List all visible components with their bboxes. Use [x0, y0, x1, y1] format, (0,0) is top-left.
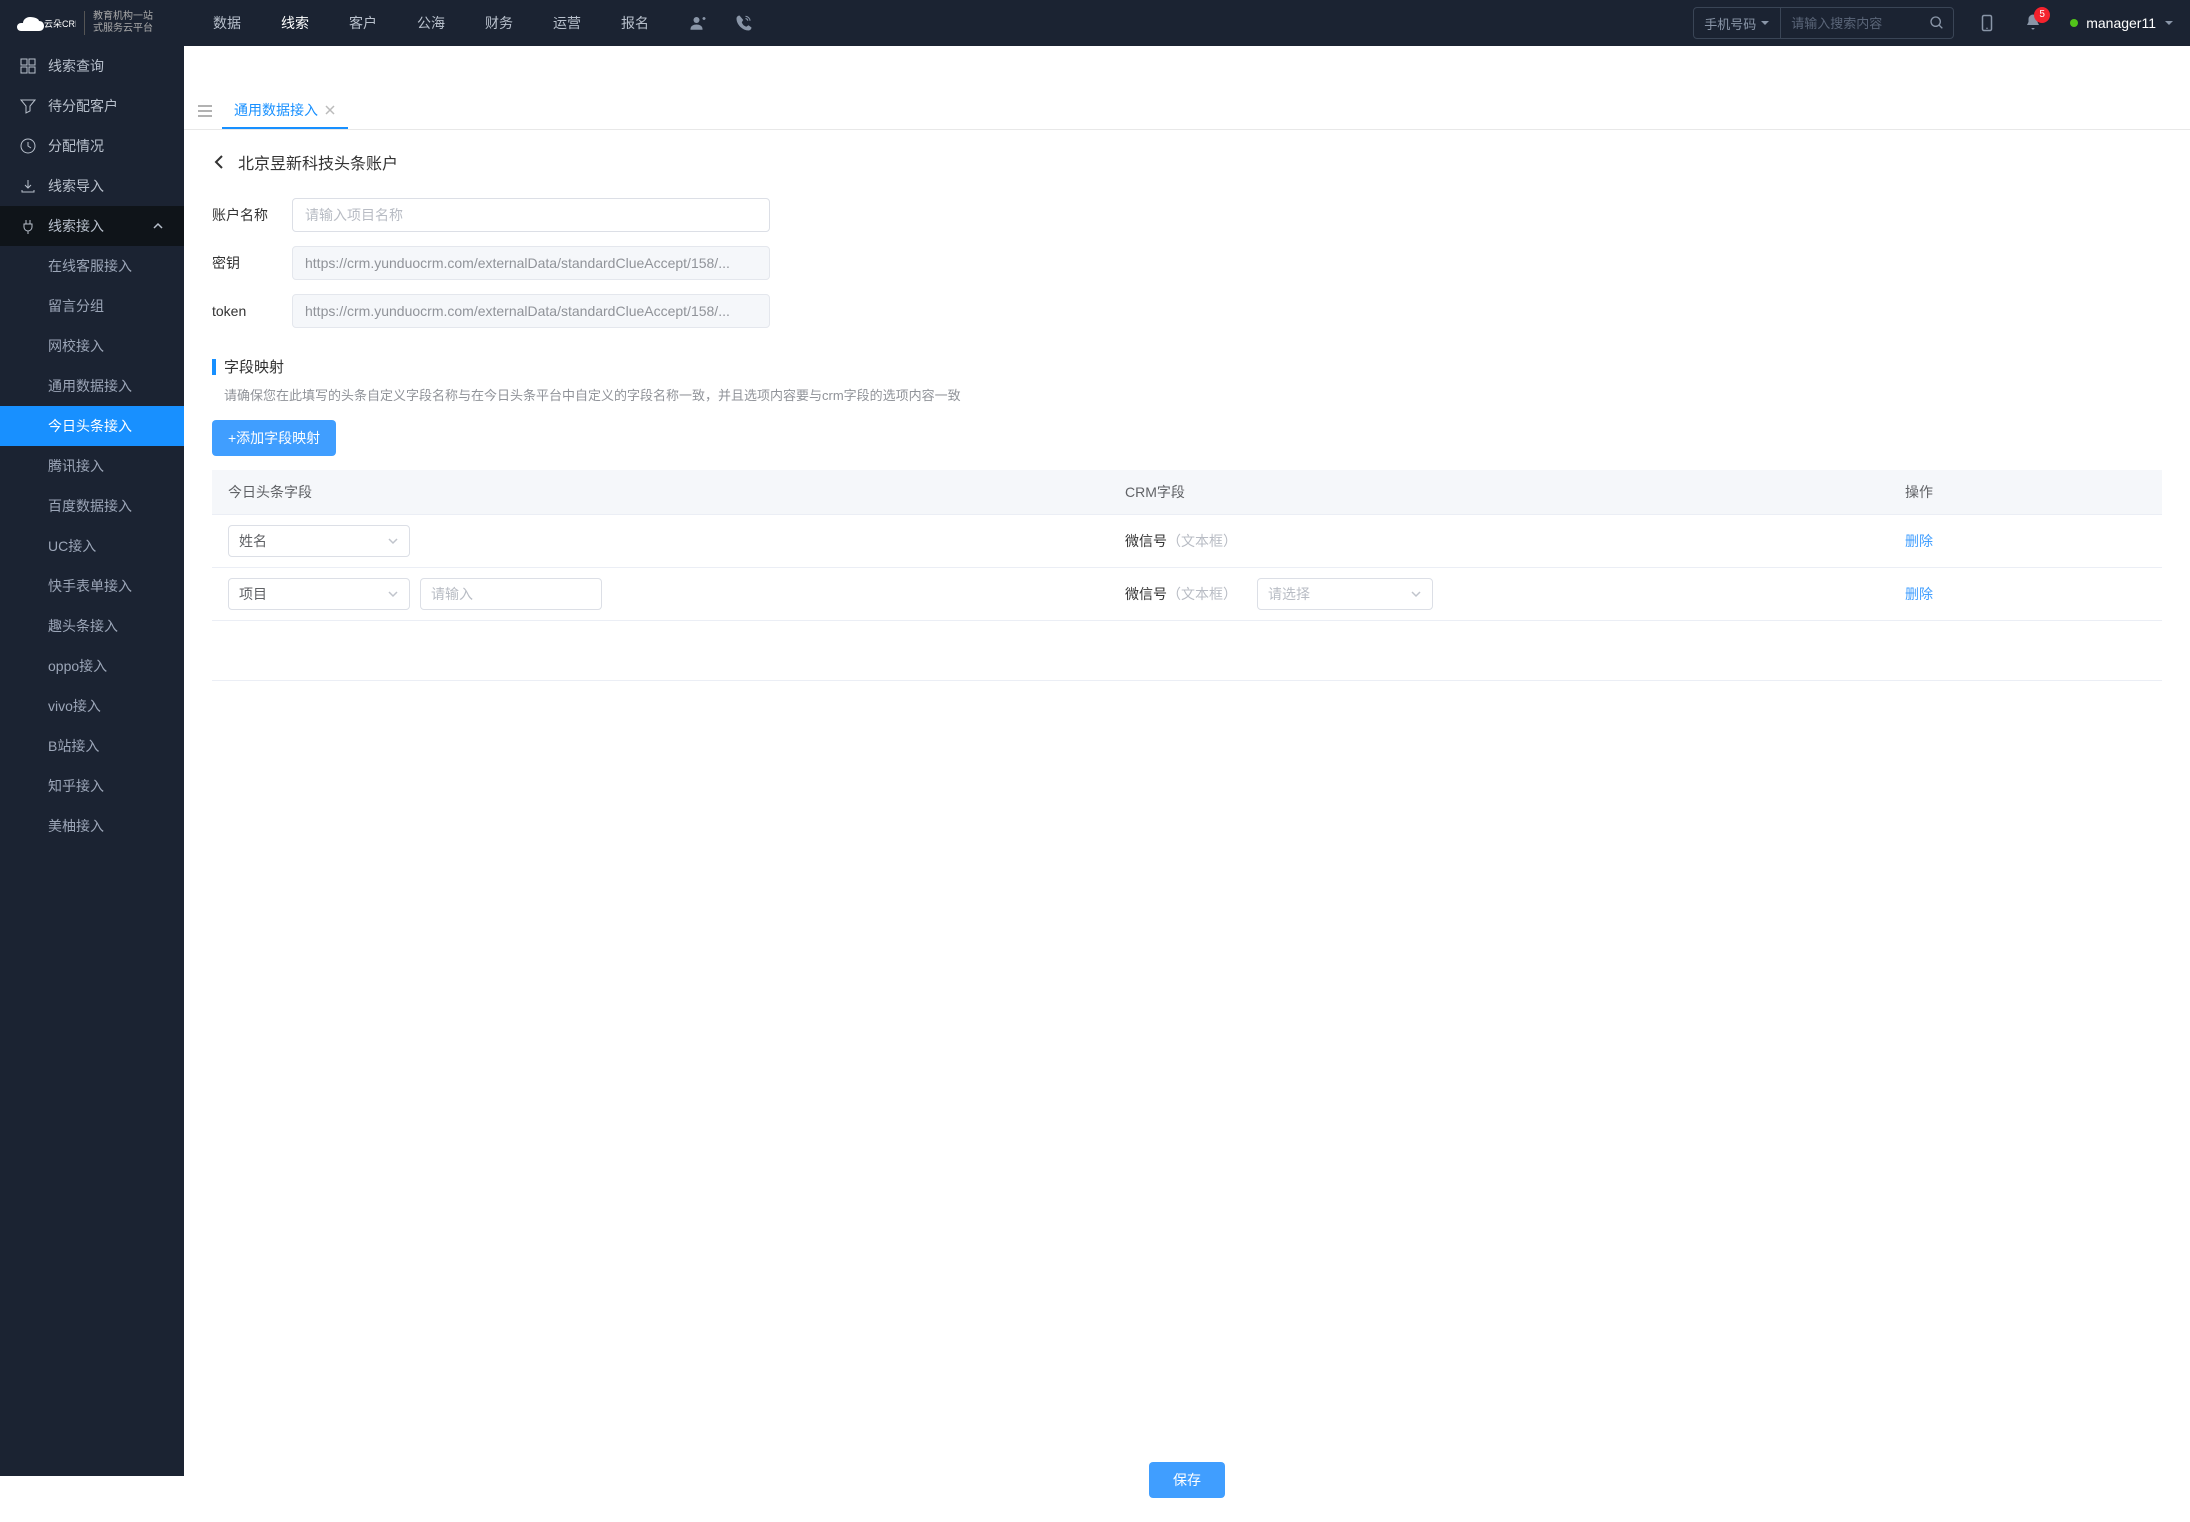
notification-badge: 5 [2034, 7, 2050, 23]
sidebar-item-access[interactable]: 线索接入 [0, 206, 184, 246]
sidebar-sub-item[interactable]: B站接入 [0, 726, 184, 766]
sidebar-sub-item[interactable]: 通用数据接入 [0, 366, 184, 406]
user-menu[interactable]: manager11 [2070, 15, 2174, 31]
sidebar-sub-item[interactable]: 美柚接入 [0, 806, 184, 846]
filter-icon [20, 98, 36, 114]
clock-icon [20, 138, 36, 154]
sidebar-item-import[interactable]: 线索导入 [0, 166, 184, 206]
th-operation: 操作 [1889, 470, 2162, 515]
sidebar-item-pending[interactable]: 待分配客户 [0, 86, 184, 126]
tabs-bar: 通用数据接入 [184, 92, 2190, 130]
caret-down-icon [387, 535, 399, 547]
logo-tag1: 教育机构一站 [93, 11, 153, 23]
th-crm-field: CRM字段 [1109, 470, 1889, 515]
caret-down-icon [2164, 18, 2174, 28]
close-icon[interactable] [324, 104, 336, 116]
sidebar-sub-item[interactable]: 网校接入 [0, 326, 184, 366]
sidebar-sub-item[interactable]: 百度数据接入 [0, 486, 184, 526]
sidebar-item-clue-query[interactable]: 线索查询 [0, 46, 184, 86]
crm-field-label: 微信号 [1125, 533, 1167, 549]
crm-field-label: 微信号 [1125, 586, 1167, 602]
back-icon[interactable] [212, 154, 228, 170]
sidebar-item-distribution[interactable]: 分配情况 [0, 126, 184, 166]
mapping-table: 今日头条字段 CRM字段 操作 姓名微信号（文本框）删除项目微信号（文本框）请选… [212, 470, 2162, 621]
sidebar-sub-item[interactable]: UC接入 [0, 526, 184, 566]
notification-bell[interactable]: 5 [2024, 13, 2042, 34]
nav-public[interactable]: 公海 [417, 13, 445, 33]
toutiao-field-select[interactable]: 项目 [228, 578, 410, 610]
save-button[interactable]: 保存 [1149, 1462, 1225, 1498]
sidebar-sub-item[interactable]: 知乎接入 [0, 766, 184, 806]
caret-down-icon [1410, 588, 1422, 600]
token-input[interactable] [292, 294, 770, 328]
plug-icon [20, 218, 36, 234]
footer: 保存 [184, 1445, 2190, 1522]
status-dot [2070, 19, 2078, 27]
nav-customer[interactable]: 客户 [349, 13, 377, 33]
toutiao-field-input[interactable] [420, 578, 602, 610]
crm-field-hint: （文本框） [1167, 533, 1237, 549]
caret-down-icon [1760, 18, 1770, 28]
call-icon[interactable] [735, 14, 753, 32]
top-header: 云朵CRM 教育机构一站 式服务云平台 数据 线索 客户 公海 财务 运营 报名… [0, 0, 2190, 46]
phone-icon[interactable] [1978, 14, 1996, 32]
search-type-select[interactable]: 手机号码 [1694, 8, 1781, 38]
section-bar [212, 359, 216, 375]
table-row: 项目 微信号（文本框） 请选择 删除 [212, 568, 2162, 621]
sidebar-sub-item[interactable]: vivo接入 [0, 686, 184, 726]
sidebar-sub-item[interactable]: 今日头条接入 [0, 406, 184, 446]
username: manager11 [2086, 15, 2156, 31]
sidebar-sub-item[interactable]: 趣头条接入 [0, 606, 184, 646]
secret-input[interactable] [292, 246, 770, 280]
section-hint: 请确保您在此填写的头条自定义字段名称与在今日头条平台中自定义的字段名称一致，并且… [224, 385, 2162, 404]
nav-clue[interactable]: 线索 [281, 13, 309, 33]
crm-field-hint: （文本框） [1167, 586, 1237, 602]
sidebar-sub-item[interactable]: oppo接入 [0, 646, 184, 686]
sidebar: 线索查询 待分配客户 分配情况 线索导入 线索接入 在线客服接入留言分组网校接入… [0, 46, 184, 1476]
tab-general-data[interactable]: 通用数据接入 [222, 92, 348, 129]
delete-link[interactable]: 删除 [1905, 586, 1933, 602]
chevron-up-icon [152, 220, 164, 232]
label-token: token [212, 303, 292, 319]
add-mapping-button[interactable]: +添加字段映射 [212, 420, 336, 456]
account-name-input[interactable] [292, 198, 770, 232]
table-row: 姓名 微信号（文本框） 删除 [212, 515, 2162, 568]
sidebar-sub-item[interactable]: 在线客服接入 [0, 246, 184, 286]
breadcrumb: 北京昱新科技头条账户 [212, 150, 2162, 174]
logo-tag2: 式服务云平台 [93, 23, 153, 35]
nav-finance[interactable]: 财务 [485, 13, 513, 33]
main-content: 通用数据接入 北京昱新科技头条账户 账户名称 密钥 token 字段映射 请确保… [184, 92, 2190, 1522]
collapse-icon[interactable] [196, 102, 214, 120]
sidebar-sub-item[interactable]: 快手表单接入 [0, 566, 184, 606]
caret-down-icon [387, 588, 399, 600]
search-icon [1929, 15, 1945, 31]
th-toutiao-field: 今日头条字段 [212, 470, 1109, 515]
page-title: 北京昱新科技头条账户 [238, 150, 398, 174]
label-secret: 密钥 [212, 253, 292, 273]
search-button[interactable] [1921, 8, 1953, 38]
main-nav: 数据 线索 客户 公海 财务 运营 报名 [213, 13, 649, 33]
sidebar-sub-item[interactable]: 腾讯接入 [0, 446, 184, 486]
delete-link[interactable]: 删除 [1905, 533, 1933, 549]
sidebar-sub-item[interactable]: 留言分组 [0, 286, 184, 326]
search-box: 手机号码 [1693, 7, 1954, 39]
upload-icon [20, 178, 36, 194]
search-input[interactable] [1781, 16, 1921, 31]
toutiao-field-select[interactable]: 姓名 [228, 525, 410, 557]
crm-field-select[interactable]: 请选择 [1257, 578, 1433, 610]
logo[interactable]: 云朵CRM 教育机构一站 式服务云平台 [16, 11, 153, 35]
svg-text:云朵CRM: 云朵CRM [44, 19, 76, 29]
label-account: 账户名称 [212, 205, 292, 225]
grid-icon [20, 58, 36, 74]
section-title: 字段映射 [224, 356, 284, 377]
nav-data[interactable]: 数据 [213, 13, 241, 33]
nav-operate[interactable]: 运营 [553, 13, 581, 33]
logo-cloud-icon: 云朵CRM [16, 11, 76, 35]
add-user-icon[interactable] [689, 14, 707, 32]
nav-signup[interactable]: 报名 [621, 13, 649, 33]
